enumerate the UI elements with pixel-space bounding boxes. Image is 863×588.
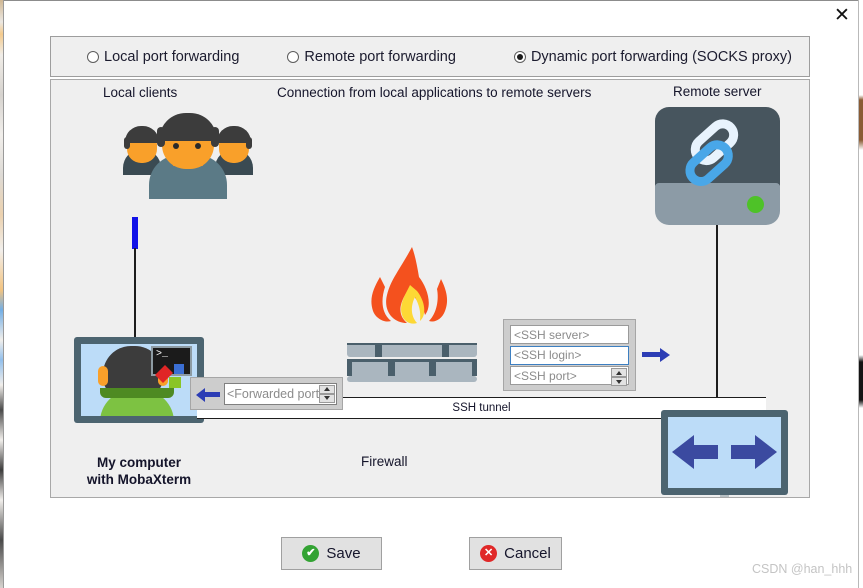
local-clients-label: Local clients <box>103 85 178 100</box>
firewall-icon <box>347 247 477 382</box>
forwarded-port-placeholder: <Forwarded port> <box>227 386 327 401</box>
cancel-button[interactable]: ✕ Cancel <box>469 537 562 570</box>
server-status-led <box>747 196 764 213</box>
diagram-title: Connection from local applications to re… <box>277 85 592 100</box>
close-icon[interactable]: ✕ <box>828 2 856 28</box>
forwarded-port-stepper[interactable] <box>319 384 335 404</box>
local-clients-icon <box>123 113 253 218</box>
radio-label-local: Local port forwarding <box>104 48 240 65</box>
save-button-label: Save <box>326 545 361 562</box>
ssh-port-down-icon[interactable] <box>611 377 627 386</box>
radio-local-port-forwarding[interactable]: Local port forwarding <box>87 49 239 65</box>
arrow-right-icon <box>642 347 670 363</box>
radio-label-dynamic: Dynamic port forwarding (SOCKS proxy) <box>530 48 793 65</box>
save-button[interactable]: ✔ Save <box>281 537 382 570</box>
ssh-server-monitor <box>661 410 788 495</box>
stepper-down-icon[interactable] <box>319 393 335 403</box>
my-computer-label-line1: My computer <box>96 455 181 470</box>
firewall-label: Firewall <box>361 454 408 469</box>
ssh-connection-fields: <SSH server> <SSH login> <SSH port> <box>503 319 636 391</box>
radio-dynamic-port-forwarding[interactable]: Dynamic port forwarding (SOCKS proxy) <box>513 48 793 65</box>
watermark: CSDN @han_hhh <box>752 562 853 576</box>
ssh-login-placeholder: <SSH login> <box>514 348 582 362</box>
ssh-server-stand <box>720 495 729 497</box>
ssh-server-input[interactable]: <SSH server> <box>510 325 629 344</box>
port-forwarding-diagram: Local clients Connection from local appl… <box>50 79 810 498</box>
x-circle-icon: ✕ <box>480 545 498 562</box>
radio-indicator-dynamic <box>513 50 526 63</box>
right-edge-artifact <box>859 0 863 588</box>
stepper-up-icon[interactable] <box>319 384 335 394</box>
wire-clients-blue <box>132 217 138 249</box>
remote-server-icon <box>655 107 780 225</box>
remote-server-label: Remote server <box>673 84 762 99</box>
ssh-port-placeholder: <SSH port> <box>514 368 577 383</box>
right-border-line <box>858 0 859 588</box>
cancel-button-label: Cancel <box>504 545 551 562</box>
ssh-port-stepper[interactable] <box>611 367 627 387</box>
arrow-left-icon <box>196 387 220 402</box>
ssh-tunnel-label: SSH tunnel <box>452 402 511 414</box>
radio-indicator-local <box>87 50 99 63</box>
my-computer-label-line2: with MobaXterm <box>86 472 192 487</box>
ssh-server-placeholder: <SSH server> <box>514 327 590 342</box>
wire-remote-server-to-ssh-server <box>716 225 718 410</box>
radio-label-remote: Remote port forwarding <box>304 48 456 65</box>
forwarded-port-input[interactable]: <Forwarded port> <box>224 382 337 405</box>
forwarding-type-tabbar: Local port forwarding Remote port forwar… <box>50 36 810 77</box>
forwarded-port-widget: <Forwarded port> <box>190 377 343 410</box>
radio-indicator-remote <box>287 50 300 63</box>
window-top-border <box>4 0 859 1</box>
ssh-port-input[interactable]: <SSH port> <box>510 366 629 387</box>
check-icon: ✔ <box>302 545 320 562</box>
ssh-port-up-icon[interactable] <box>611 368 627 377</box>
my-computer-monitor: >_ <box>74 337 204 423</box>
ssh-login-input[interactable]: <SSH login> <box>510 345 629 365</box>
left-border-line <box>3 0 4 588</box>
radio-remote-port-forwarding[interactable]: Remote port forwarding <box>287 49 456 65</box>
